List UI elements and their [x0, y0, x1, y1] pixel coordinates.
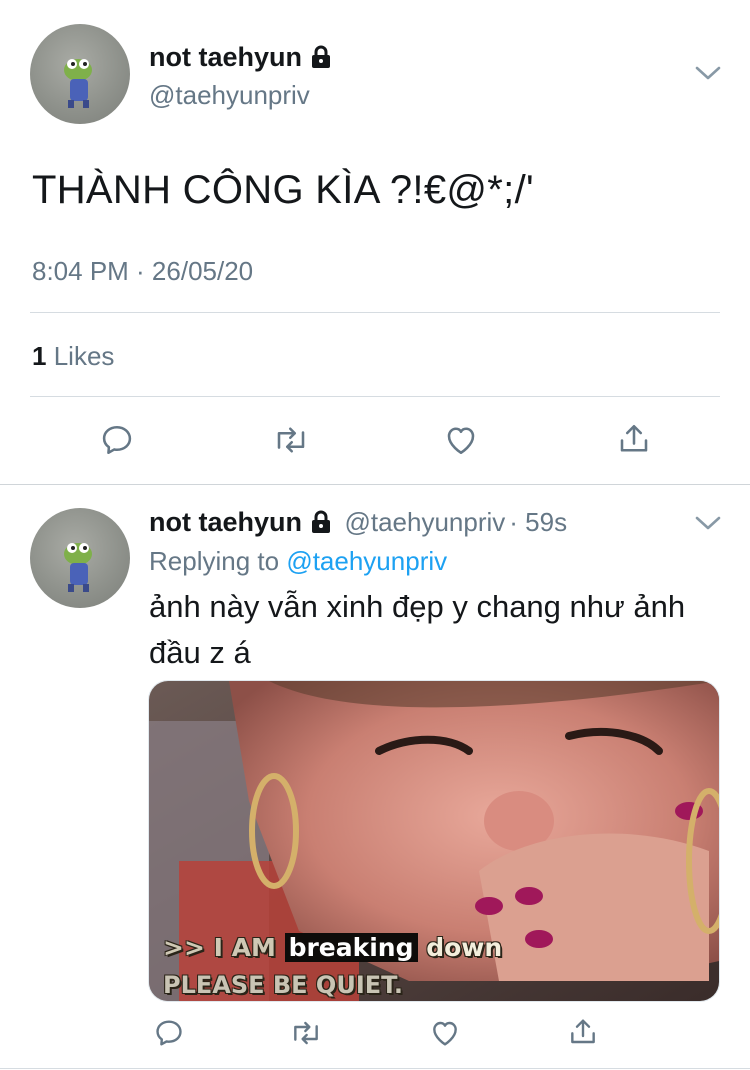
bottom-divider — [0, 1068, 750, 1069]
lock-icon — [310, 45, 332, 76]
caption-suffix: down — [426, 933, 503, 962]
share-button[interactable] — [564, 1012, 602, 1052]
caption-prefix: >> I AM — [163, 933, 276, 962]
replying-to-link[interactable]: @taehyunpriv — [286, 546, 447, 576]
reply-icon — [156, 1020, 182, 1046]
author-handle[interactable]: @taehyunpriv — [344, 507, 505, 537]
author-name-text[interactable]: not taehyun — [149, 42, 302, 72]
replying-to-label: Replying to — [149, 546, 280, 576]
tweet-text: THÀNH CÔNG KÌA ?!€@*;/' — [32, 168, 534, 212]
tweet-timestamp[interactable]: 8:04 PM · 26/05/20 — [32, 256, 253, 287]
retweet-button[interactable] — [269, 420, 313, 460]
share-icon — [571, 1019, 595, 1044]
avatar[interactable] — [30, 508, 130, 608]
lock-icon — [310, 510, 332, 539]
section-divider — [0, 484, 750, 485]
reply-header: not taehyun @taehyunpriv · 59s — [149, 507, 567, 539]
heart-icon — [433, 1021, 457, 1046]
divider — [30, 396, 720, 397]
like-button[interactable] — [440, 420, 482, 460]
frog-avatar-image — [64, 59, 92, 108]
like-button[interactable] — [426, 1014, 464, 1052]
tweet-time[interactable]: · 59s — [509, 507, 567, 537]
caption-boxed-word: breaking — [284, 933, 418, 962]
meme-caption-line2: PLEASE BE QUIET. — [163, 971, 403, 999]
author-name[interactable]: not taehyun — [149, 507, 302, 537]
divider — [30, 312, 720, 313]
chevron-down-icon[interactable] — [694, 514, 722, 537]
tweet-media-image[interactable]: >> I AM breaking down PLEASE BE QUIET. — [148, 680, 720, 1002]
author-name[interactable]: not taehyun — [149, 42, 332, 76]
replying-to: Replying to @taehyunpriv — [149, 546, 447, 577]
reply-button[interactable] — [150, 1014, 188, 1052]
chevron-down-icon[interactable] — [694, 64, 722, 87]
avatar[interactable] — [30, 24, 130, 124]
share-button[interactable] — [614, 418, 654, 460]
share-icon — [620, 424, 648, 452]
reply-text: ảnh này vẫn xinh đẹp y chang như ảnh đầu… — [149, 589, 686, 670]
frog-avatar-image — [64, 543, 92, 592]
retweet-button[interactable] — [286, 1014, 326, 1052]
reply-icon — [102, 425, 132, 455]
reply-button[interactable] — [97, 420, 137, 460]
heart-icon — [447, 427, 475, 455]
retweet-icon — [294, 1021, 318, 1045]
likes-count[interactable]: 1 Likes — [32, 341, 114, 372]
likes-number: 1 — [32, 341, 47, 371]
retweet-icon — [277, 427, 305, 453]
author-handle[interactable]: @taehyunpriv — [149, 80, 310, 111]
meme-caption-line1: >> I AM breaking down — [163, 933, 502, 962]
likes-label: Likes — [53, 341, 115, 371]
